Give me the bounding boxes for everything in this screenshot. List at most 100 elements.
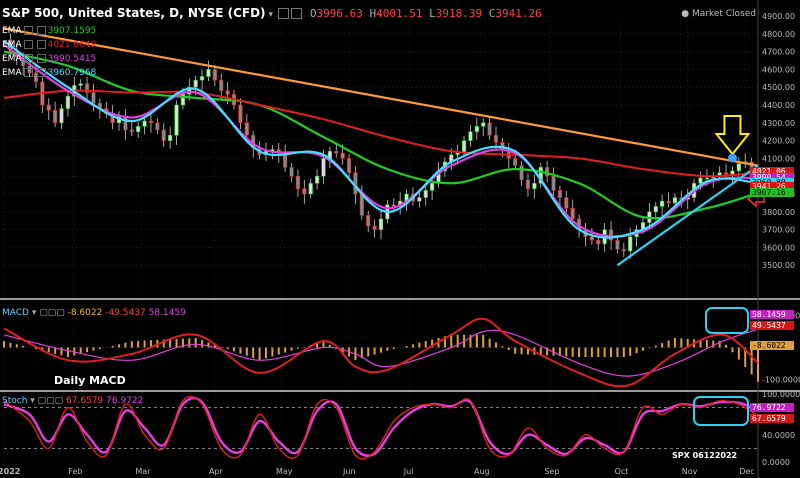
settings-icon[interactable] xyxy=(278,8,290,19)
close-icon[interactable] xyxy=(291,8,303,19)
time-tick-label: Feb xyxy=(68,467,82,476)
candle-body xyxy=(206,69,211,77)
ema-legend-3[interactable]: EMA 3990.5415 xyxy=(2,54,96,64)
candle-body xyxy=(704,177,709,180)
market-status-icon: ● xyxy=(681,9,690,19)
stoch-tick-label: 40.0000 xyxy=(762,431,795,440)
candle-body xyxy=(315,175,320,184)
stoch-tick-label: 0.0000 xyxy=(762,458,790,467)
macd-highlight-box xyxy=(705,307,749,334)
candle-body xyxy=(481,122,486,127)
candle-body xyxy=(570,207,575,220)
price-tick-label: 4800.00 xyxy=(762,30,795,39)
candle-body xyxy=(91,92,96,104)
candle-body xyxy=(621,248,626,252)
candle-body xyxy=(551,175,556,191)
price-tick-label: 4500.00 xyxy=(762,83,795,92)
stoch-axis-label-d: 76.9722 xyxy=(750,403,794,412)
candle-body xyxy=(525,179,531,189)
price-label-ema-green: 3907.16 xyxy=(750,187,794,197)
candle-body xyxy=(455,152,460,156)
candle-body xyxy=(698,177,703,184)
time-tick-label: Nov xyxy=(682,467,698,476)
chart-header: S&P 500, United States, D, NYSE (CFD) ▾ O… xyxy=(2,6,542,20)
chart-window: { "header": { "symbol": "S&P 500, United… xyxy=(0,0,800,478)
stoch-axis-label-k: 67.6579 xyxy=(750,414,794,423)
candle-body xyxy=(78,83,83,86)
candle-body xyxy=(174,104,179,136)
price-tick-label: 4100.00 xyxy=(762,154,795,163)
candle-body xyxy=(148,120,154,124)
price-tick-label: 3500.00 xyxy=(762,261,795,270)
candle-body xyxy=(474,126,479,133)
price-tick-label: 4700.00 xyxy=(762,48,795,57)
candle-body xyxy=(628,236,633,252)
price-tick-label: 3800.00 xyxy=(762,208,795,217)
time-tick-label: Jun xyxy=(342,467,356,476)
time-tick-label: Apr xyxy=(209,467,224,476)
candle-body xyxy=(653,206,658,213)
candle-body xyxy=(244,122,249,136)
candle-body xyxy=(417,197,422,202)
time-tick-label: Mar xyxy=(135,467,151,476)
ema-legend-2[interactable]: EMA 4021.0649 xyxy=(2,40,96,50)
macd-axis-label-signal: 58.1459 xyxy=(750,310,794,319)
price-tick-label: 4600.00 xyxy=(762,65,795,74)
candle-body xyxy=(672,197,678,204)
ema-line-2 xyxy=(3,89,759,178)
candle-body xyxy=(289,167,294,177)
ema-line-4 xyxy=(3,40,759,239)
time-tick-label: Aug xyxy=(474,467,490,476)
ema-legend-4[interactable]: EMA 3960.7968 xyxy=(2,68,96,78)
candle-body xyxy=(564,197,569,209)
macd-axis-label-hist: -8.6022 xyxy=(750,341,794,350)
candle-body xyxy=(238,104,243,124)
candle-body xyxy=(199,76,205,81)
price-tick-label: 4300.00 xyxy=(762,119,795,128)
candle-body xyxy=(430,183,435,191)
candle-body xyxy=(168,134,173,141)
candle-body xyxy=(596,239,601,245)
time-tick-label: Oct xyxy=(615,467,629,476)
candle-body xyxy=(461,140,467,154)
candle-body xyxy=(340,152,345,159)
macd-legend[interactable]: MACD ▾ ▢▢▢ -8.6022 -49.5437 58.1459 xyxy=(2,308,186,318)
candle-body xyxy=(608,229,614,241)
chart-canvas[interactable]: 4900.00 4800.00 4700.00 4600.00 4500.00 4400.… xyxy=(0,0,800,478)
candle-body xyxy=(46,104,51,111)
candle-body xyxy=(468,131,473,141)
macd-tick-label: -100.0000 xyxy=(762,375,800,384)
candle-body xyxy=(334,150,339,154)
candle-body xyxy=(129,129,134,132)
candle-body xyxy=(736,163,741,172)
candle-body xyxy=(225,90,230,95)
market-status: ● Market Closed xyxy=(681,9,756,19)
symbol-dropdown-icon[interactable]: ▾ xyxy=(269,10,274,20)
price-tick-label: 3700.00 xyxy=(762,226,795,235)
time-tick-label: May xyxy=(276,467,293,476)
candle-body xyxy=(423,190,428,198)
candle-body xyxy=(519,165,524,181)
candle-body xyxy=(532,183,537,189)
price-tick-label: 4200.00 xyxy=(762,137,795,146)
candle-body xyxy=(545,167,550,177)
stoch-legend[interactable]: Stoch ▾ ▢▢▢ 67.6579 76.9722 xyxy=(2,396,143,406)
resistance-trendline xyxy=(3,27,759,167)
candle-body xyxy=(513,158,518,166)
candle-body xyxy=(723,172,729,175)
candle-body xyxy=(53,110,58,124)
candle-body xyxy=(59,108,64,124)
candle-body xyxy=(666,200,671,204)
candle-body xyxy=(308,183,313,195)
candle-body xyxy=(557,190,563,198)
annotation-down-arrow-icon xyxy=(714,115,751,156)
candle-body xyxy=(295,175,301,189)
candle-body xyxy=(487,122,492,136)
time-tick-label: 2022 xyxy=(0,467,20,476)
candle-body xyxy=(155,122,160,131)
candle-body xyxy=(65,95,70,109)
symbol-title[interactable]: S&P 500, United States, D, NYSE (CFD) xyxy=(2,6,266,20)
ohlc-readout: O3996.63 H4001.51 L3918.39 C3941.26 xyxy=(309,7,542,20)
candle-body xyxy=(378,218,384,230)
ema-legend-1[interactable]: EMA 3907.1595 xyxy=(2,26,96,36)
